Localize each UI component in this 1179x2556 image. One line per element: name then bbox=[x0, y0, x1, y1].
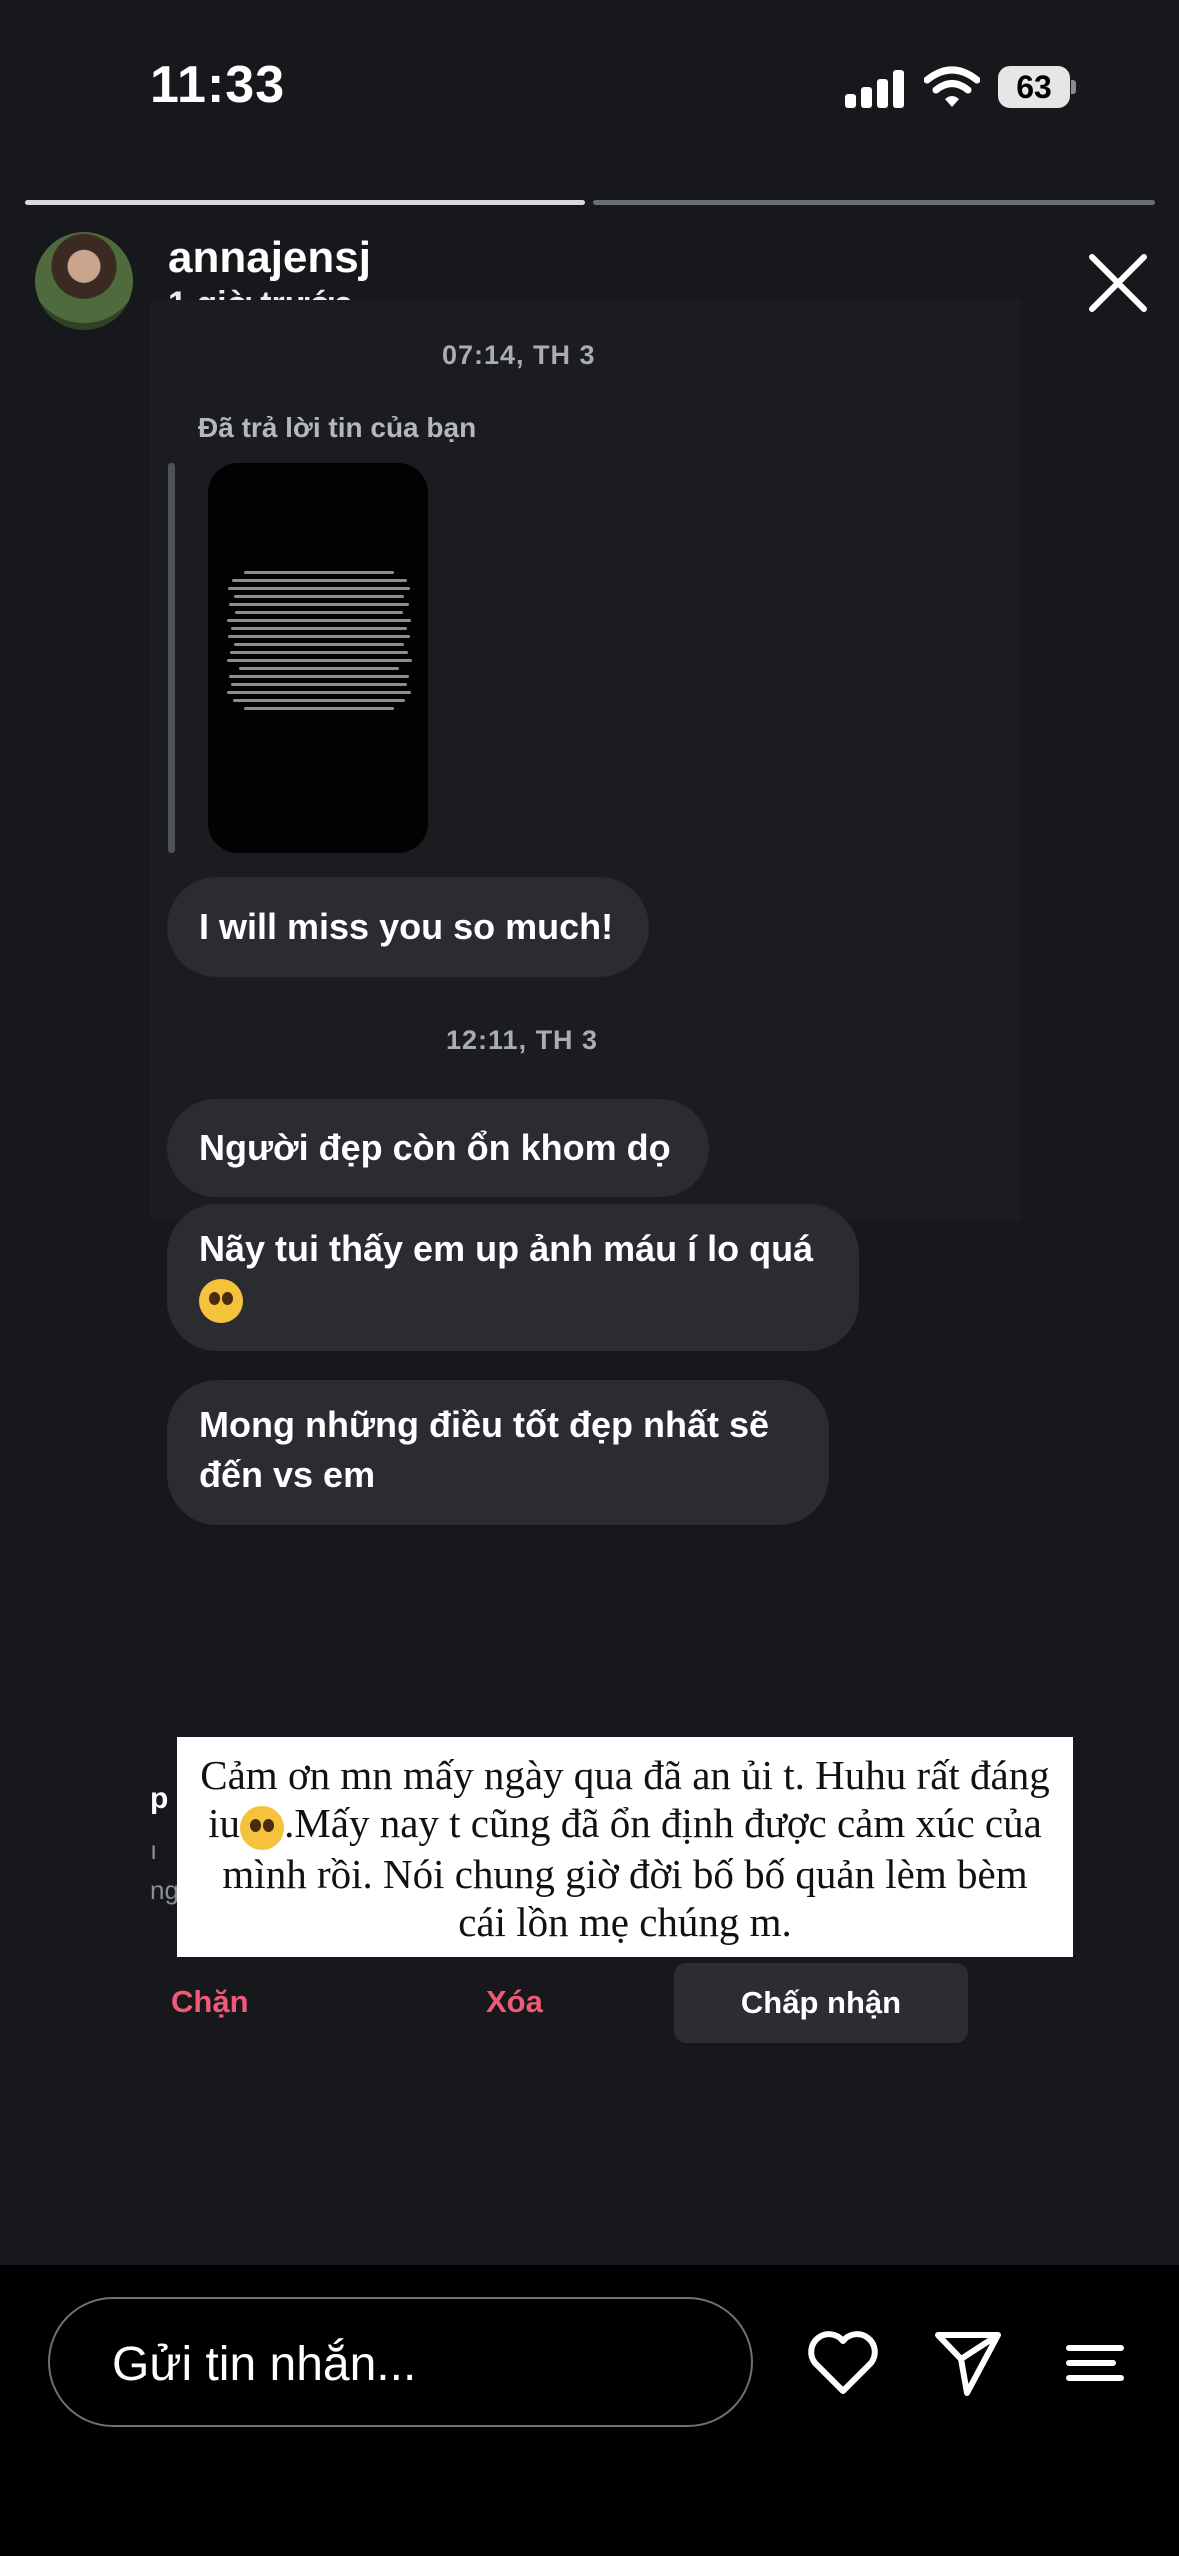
message-text: Nãy tui thấy em up ảnh máu í lo quá bbox=[199, 1228, 814, 1269]
battery-level: 63 bbox=[1016, 68, 1052, 105]
partial-text: p bbox=[150, 1782, 169, 1815]
replied-label: Đã trả lời tin của bạn bbox=[198, 412, 477, 443]
pleading-face-icon bbox=[199, 1279, 243, 1324]
message-text-line-2: đến vs em bbox=[199, 1454, 376, 1495]
message-bubble[interactable]: Người đẹp còn ổn khom dọ bbox=[167, 1099, 709, 1197]
status-time: 11:33 bbox=[150, 56, 286, 114]
delete-button[interactable]: Xóa bbox=[486, 1984, 543, 2020]
thumbnail-text-block bbox=[224, 571, 414, 715]
cellular-signal-icon bbox=[845, 68, 905, 108]
close-icon[interactable] bbox=[1082, 247, 1154, 319]
reply-bar: Gửi tin nhắn... bbox=[0, 2265, 1179, 2556]
story-progress-segment-1 bbox=[25, 200, 585, 205]
send-icon[interactable] bbox=[928, 2323, 1008, 2403]
wifi-icon bbox=[924, 66, 980, 107]
message-text: Người đẹp còn ổn khom dọ bbox=[199, 1127, 671, 1168]
block-button[interactable]: Chặn bbox=[171, 1984, 249, 2020]
message-timestamp: 07:14, TH 3 bbox=[442, 340, 596, 370]
message-bubble[interactable]: Mong những điều tốt đẹp nhất sẽ đến vs e… bbox=[167, 1380, 829, 1525]
menu-icon[interactable] bbox=[1055, 2323, 1135, 2403]
partial-text-lines: ı ng bbox=[150, 1835, 179, 1905]
message-timestamp: 12:11, TH 3 bbox=[446, 1025, 599, 1055]
status-bar: 11:33 63 bbox=[0, 0, 1179, 175]
message-bubble[interactable]: Nãy tui thấy em up ảnh máu í lo quá bbox=[167, 1204, 859, 1351]
story-caption: Cảm ơn mn mấy ngày qua đã an ủi t. Huhu … bbox=[177, 1737, 1073, 1957]
heart-icon[interactable] bbox=[803, 2323, 883, 2403]
username[interactable]: annajensj bbox=[168, 233, 371, 283]
message-placeholder: Gửi tin nhắn... bbox=[112, 2338, 417, 2391]
message-text-line-1: Mong những điều tốt đẹp nhất sẽ bbox=[199, 1404, 770, 1445]
message-input[interactable]: Gửi tin nhắn... bbox=[48, 2297, 753, 2427]
avatar[interactable] bbox=[35, 232, 133, 330]
story-screen: 11:33 63 annajensj 1 giờ trước 07:14, TH… bbox=[0, 0, 1179, 2556]
pleading-face-icon bbox=[240, 1805, 285, 1850]
message-text: I will miss you so much! bbox=[199, 906, 614, 947]
story-progress-segment-2 bbox=[593, 200, 1155, 205]
reply-indicator bbox=[168, 463, 175, 853]
caption-text-part-2: .Mấy nay t cũng đã ổn định được cảm xúc … bbox=[222, 1800, 1042, 1945]
story-thumbnail[interactable] bbox=[208, 463, 428, 853]
battery-icon: 63 bbox=[998, 66, 1076, 108]
accept-button[interactable]: Chấp nhận bbox=[674, 1963, 968, 2043]
message-bubble[interactable]: I will miss you so much! bbox=[167, 877, 649, 977]
